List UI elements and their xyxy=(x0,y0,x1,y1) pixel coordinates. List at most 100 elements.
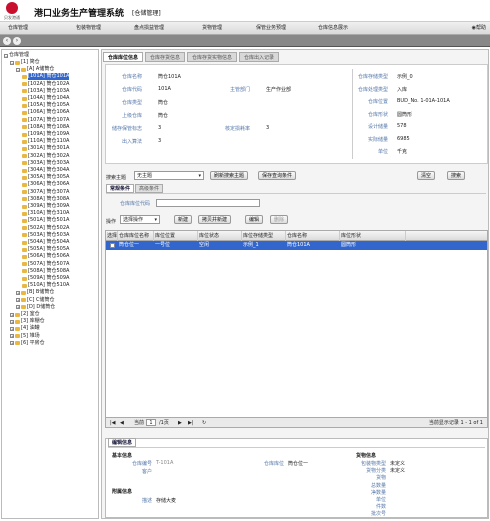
tree-node[interactable]: [501A] 筒仓501A xyxy=(22,217,69,224)
tree-node[interactable]: [508A] 筒仓508A xyxy=(22,268,69,275)
tree-node[interactable]: [304A] 筒仓304A xyxy=(22,167,69,174)
first-page-icon[interactable]: |◀ xyxy=(110,418,116,428)
tree-node[interactable]: [301A] 筒仓301A xyxy=(22,145,69,152)
expand-icon[interactable]: + xyxy=(10,334,14,339)
tree-node[interactable]: [108A] 筒仓108A xyxy=(22,124,69,131)
column-header[interactable]: 仓库库位名称 xyxy=(118,231,154,241)
column-header[interactable]: 库位存储类型 xyxy=(242,231,286,241)
search-button[interactable]: 搜索 xyxy=(447,171,466,180)
menu-item-warehouse[interactable]: 仓库管理 xyxy=(8,22,28,35)
action-label: 操作 xyxy=(106,219,117,225)
tab-stock-info[interactable]: 仓库存货信息 xyxy=(145,52,186,62)
menu-item-goods[interactable]: 货物管理 xyxy=(202,22,222,35)
tree-node[interactable]: [107A] 筒仓107A xyxy=(22,117,69,124)
tree-node[interactable]: + [2] 室仓 xyxy=(10,311,40,318)
tree-node[interactable]: [109A] 筒仓109A xyxy=(22,131,69,138)
tree-node-label: [2] 室仓 xyxy=(21,311,40,317)
tree-node[interactable]: + [4] 油罐 xyxy=(10,325,40,332)
expand-icon[interactable]: + xyxy=(10,326,14,331)
column-header[interactable]: 库位形状 xyxy=(340,231,406,241)
expand-icon[interactable]: + xyxy=(10,312,14,317)
tree-node[interactable]: + [C] C储筒仓 xyxy=(16,297,54,304)
expand-icon[interactable]: − xyxy=(16,67,20,72)
column-header[interactable]: 库位状态 xyxy=(198,231,242,241)
expand-icon[interactable]: + xyxy=(16,305,20,310)
tree-node[interactable]: + [B] B储筒仓 xyxy=(16,289,54,296)
tree-node[interactable]: [504A] 筒仓504A xyxy=(22,239,69,246)
tree-node[interactable]: [503A] 筒仓503A xyxy=(22,232,69,239)
new-button[interactable]: 新建 xyxy=(174,215,193,224)
tree-node-label: [104A] 筒仓104A xyxy=(28,95,70,101)
collapse-icon[interactable]: − xyxy=(4,53,8,58)
info-label: 储存保管标志 xyxy=(111,126,142,132)
action-select[interactable]: 选择操作 ▾ xyxy=(120,215,160,224)
tab-location-info[interactable]: 仓库库位信息 xyxy=(103,52,144,62)
tree-node[interactable]: + [5] 堆场 xyxy=(10,333,40,340)
tree-node[interactable]: [306A] 筒仓306A xyxy=(22,181,69,188)
tree-node[interactable]: + [D] D储筒仓 xyxy=(16,304,55,311)
tree-node[interactable]: [104A] 筒仓104A xyxy=(22,95,69,102)
column-header[interactable]: 库位位置 xyxy=(154,231,198,241)
tab-edit-info[interactable]: 编辑信息 xyxy=(108,438,137,447)
back-arrow-icon[interactable]: ‹ xyxy=(3,37,11,45)
detail-tabs: 仓库库位信息 仓库存货信息 仓库存货实物信息 仓库出入记录 xyxy=(103,52,280,62)
tab-stock-actual[interactable]: 仓库存货实物信息 xyxy=(187,52,238,62)
tree-node[interactable]: [509A] 筒仓509A xyxy=(22,275,69,282)
info-label: 实际储量 xyxy=(367,136,388,143)
forward-arrow-icon[interactable]: › xyxy=(13,37,21,45)
delete-button[interactable]: 删除 xyxy=(270,215,289,224)
page-input[interactable]: 1 xyxy=(146,419,156,426)
tree-node[interactable]: [102A] 筒仓102A xyxy=(22,81,69,88)
folder-icon xyxy=(22,96,27,101)
tree-node[interactable]: [307A] 筒仓307A xyxy=(22,189,69,196)
column-header[interactable]: 仓库名称 xyxy=(286,231,340,241)
menu-item-storage-business[interactable]: 保管业务预理 xyxy=(256,22,286,35)
tree-node[interactable]: [302A] 筒仓302A xyxy=(22,153,69,160)
tree-node[interactable]: [106A] 筒仓106A xyxy=(22,109,69,116)
table-row[interactable]: 筒仓位一 一号位 空闲 示例_1 筒仓101A 圆筒形 xyxy=(106,241,487,250)
column-header[interactable]: 选择 xyxy=(106,231,118,241)
menu-item-warehouse-display[interactable]: 仓库信息展示 xyxy=(318,22,348,35)
tree-node[interactable]: [502A] 筒仓502A xyxy=(22,225,69,232)
edit-button[interactable]: 编辑 xyxy=(245,215,264,224)
tab-inout-records[interactable]: 仓库出入记录 xyxy=(239,52,280,62)
tab-common-conditions[interactable]: 常规条件 xyxy=(106,184,135,193)
location-code-input[interactable] xyxy=(156,199,260,207)
tree-node[interactable]: [308A] 筒仓308A xyxy=(22,196,69,203)
tree-node-label: [306A] 筒仓306A xyxy=(28,181,70,188)
folder-icon xyxy=(22,283,27,288)
prev-page-icon[interactable]: ◀ xyxy=(120,418,124,428)
tree-node[interactable]: [103A] 筒仓103A xyxy=(22,88,69,95)
detail-label: 批次号 xyxy=(370,511,386,518)
tree-node-label: [502A] 筒仓502A xyxy=(28,224,70,231)
expand-icon[interactable]: + xyxy=(16,298,20,303)
tree-node[interactable]: [506A] 筒仓506A xyxy=(22,253,69,260)
expand-icon[interactable]: + xyxy=(10,319,14,324)
grid-pager: |◀ ◀ 当前 1 /1页 ▶ ▶| ↻ 当前显示记录 1 - 1 of 1 xyxy=(106,417,487,427)
copy-new-button[interactable]: 拷贝并新建 xyxy=(198,215,232,224)
help-link[interactable]: ◉帮助 xyxy=(472,22,486,35)
menu-item-inventory-loss[interactable]: 盘点损益管理 xyxy=(134,22,164,35)
action-select-value: 选择操作 xyxy=(123,217,144,223)
tree-node[interactable]: + [6] 平房仓 xyxy=(10,340,45,347)
tree-node[interactable]: [303A] 筒仓303A xyxy=(22,160,69,167)
tree-node[interactable]: [309A] 筒仓309A xyxy=(22,203,69,210)
tree-root[interactable]: − 仓库管理 xyxy=(4,52,29,59)
expand-icon[interactable]: + xyxy=(10,341,14,346)
expand-icon[interactable]: − xyxy=(10,60,14,65)
tree-node[interactable]: [101A] 筒仓101A xyxy=(22,73,70,81)
tab-advanced-conditions[interactable]: 高级条件 xyxy=(135,184,164,193)
checkbox-icon[interactable] xyxy=(110,243,115,248)
expand-icon[interactable]: + xyxy=(16,290,20,295)
tree-node[interactable]: − [1] 简仓 xyxy=(10,59,40,66)
refresh-icon[interactable]: ↻ xyxy=(202,418,206,428)
refresh-theme-button[interactable]: 刷新搜索主题 xyxy=(210,171,249,180)
next-page-icon[interactable]: ▶ xyxy=(178,418,182,428)
save-query-button[interactable]: 保存查询条件 xyxy=(258,171,297,180)
clear-button[interactable]: 清空 xyxy=(417,171,436,180)
menu-item-packaging[interactable]: 包装物管理 xyxy=(76,22,101,35)
search-theme-select[interactable]: 无主题 ▾ xyxy=(134,171,204,180)
last-page-icon[interactable]: ▶| xyxy=(188,418,194,428)
tree-node[interactable]: [507A] 筒仓507A xyxy=(22,261,69,268)
row-checkbox[interactable] xyxy=(106,241,118,250)
